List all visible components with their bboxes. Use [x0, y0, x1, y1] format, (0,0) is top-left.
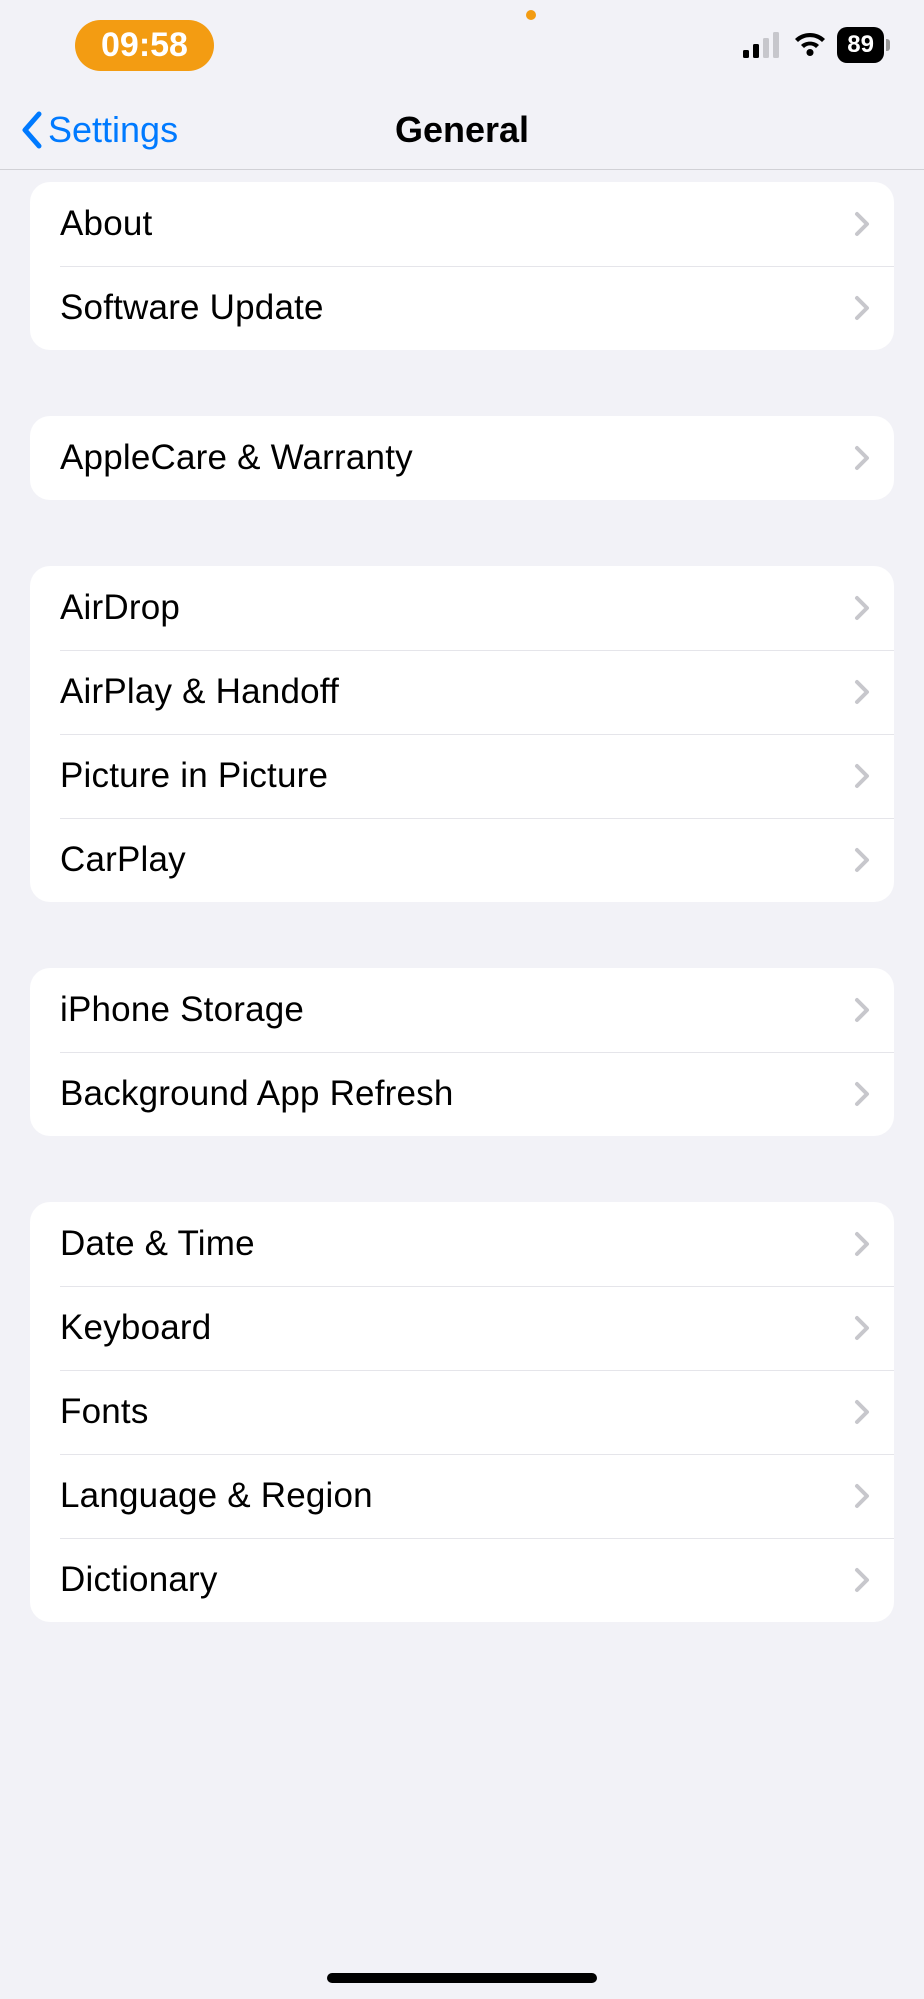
chevron-left-icon	[20, 111, 42, 149]
back-button[interactable]: Settings	[20, 109, 178, 151]
row-keyboard[interactable]: Keyboard	[30, 1286, 894, 1370]
chevron-right-icon	[854, 211, 870, 237]
row-date-time[interactable]: Date & Time	[30, 1202, 894, 1286]
page-title: General	[395, 109, 529, 151]
section-about: About Software Update	[30, 182, 894, 350]
chevron-right-icon	[854, 445, 870, 471]
row-airplay-handoff[interactable]: AirPlay & Handoff	[30, 650, 894, 734]
row-background-app-refresh[interactable]: Background App Refresh	[30, 1052, 894, 1136]
battery-icon: 89	[837, 27, 884, 63]
row-software-update[interactable]: Software Update	[30, 266, 894, 350]
chevron-right-icon	[854, 1399, 870, 1425]
row-label: Dictionary	[60, 1560, 218, 1600]
back-label: Settings	[48, 109, 178, 151]
row-label: Picture in Picture	[60, 756, 328, 796]
chevron-right-icon	[854, 1081, 870, 1107]
row-label: AirDrop	[60, 588, 180, 628]
row-label: CarPlay	[60, 840, 186, 880]
wifi-icon	[793, 32, 827, 58]
row-label: About	[60, 204, 152, 244]
chevron-right-icon	[854, 847, 870, 873]
chevron-right-icon	[854, 997, 870, 1023]
row-applecare-warranty[interactable]: AppleCare & Warranty	[30, 416, 894, 500]
chevron-right-icon	[854, 763, 870, 789]
row-about[interactable]: About	[30, 182, 894, 266]
row-carplay[interactable]: CarPlay	[30, 818, 894, 902]
recording-indicator-dot	[526, 10, 536, 20]
chevron-right-icon	[854, 595, 870, 621]
row-label: Date & Time	[60, 1224, 255, 1264]
chevron-right-icon	[854, 295, 870, 321]
row-fonts[interactable]: Fonts	[30, 1370, 894, 1454]
chevron-right-icon	[854, 1567, 870, 1593]
chevron-right-icon	[854, 1315, 870, 1341]
row-label: AirPlay & Handoff	[60, 672, 339, 712]
row-airdrop[interactable]: AirDrop	[30, 566, 894, 650]
section-applecare: AppleCare & Warranty	[30, 416, 894, 500]
content: About Software Update AppleCare & Warran…	[0, 182, 924, 1622]
row-label: Background App Refresh	[60, 1074, 454, 1114]
row-label: iPhone Storage	[60, 990, 304, 1030]
row-dictionary[interactable]: Dictionary	[30, 1538, 894, 1622]
chevron-right-icon	[854, 1231, 870, 1257]
row-label: Fonts	[60, 1392, 149, 1432]
row-language-region[interactable]: Language & Region	[30, 1454, 894, 1538]
status-right: 89	[743, 27, 884, 63]
section-date-time: Date & Time Keyboard Fonts Language & Re…	[30, 1202, 894, 1622]
row-picture-in-picture[interactable]: Picture in Picture	[30, 734, 894, 818]
nav-bar: Settings General	[0, 90, 924, 170]
cellular-icon	[743, 32, 783, 58]
status-bar: 09:58 89	[0, 0, 924, 90]
row-iphone-storage[interactable]: iPhone Storage	[30, 968, 894, 1052]
home-indicator[interactable]	[327, 1973, 597, 1983]
row-label: Software Update	[60, 288, 324, 328]
chevron-right-icon	[854, 679, 870, 705]
row-label: Keyboard	[60, 1308, 211, 1348]
chevron-right-icon	[854, 1483, 870, 1509]
row-label: Language & Region	[60, 1476, 373, 1516]
status-time: 09:58	[75, 20, 214, 71]
section-airdrop: AirDrop AirPlay & Handoff Picture in Pic…	[30, 566, 894, 902]
section-storage: iPhone Storage Background App Refresh	[30, 968, 894, 1136]
row-label: AppleCare & Warranty	[60, 438, 413, 478]
